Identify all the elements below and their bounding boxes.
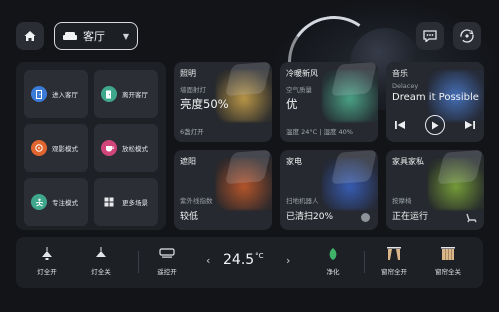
card-title: 遮阳 [180,157,196,166]
music-controls [394,114,476,136]
card-subtitle: 墙面射灯 [180,86,206,94]
ceiling-lamp-icon [42,247,52,260]
play-icon [432,121,439,129]
message-button[interactable] [416,22,444,50]
button-label: 灯全关 [91,268,111,276]
scene-label: 专注模式 [52,199,78,207]
refresh-icon [460,29,474,43]
next-icon[interactable] [464,120,476,130]
curtain-closed-icon [441,247,455,260]
air-card[interactable]: 冷暖新风 空气质量 优 温度 24°C | 湿度 40% [280,62,378,142]
card-footer: 温度 24°C | 湿度 40% [286,128,353,136]
furniture-card[interactable]: 家具家私 按摩椅 正在运行 [386,150,484,230]
appliance-card[interactable]: 家电 扫地机器人 已清扫20% [280,150,378,230]
scene-label: 离开客厅 [122,91,148,99]
chat-icon [423,30,437,42]
sync-button[interactable] [453,22,481,50]
ceiling-lamp-icon [96,247,106,257]
button-label: 窗帘全关 [435,268,461,276]
robot-status-icon [361,213,370,222]
temperature-value: 24.5 [223,252,255,268]
grid-icon [101,194,117,210]
air-conditioner-icon [159,248,175,258]
curtain-close-button[interactable]: 窗帘全关 [425,246,471,276]
card-value: 较低 [180,212,199,222]
card-value: 优 [286,97,298,111]
card-title: 音乐 [392,69,408,78]
card-title: 冷暖新风 [286,69,318,78]
top-bar: 客厅 ▼ [16,22,483,52]
curtain-open-button[interactable]: 窗帘全开 [371,246,417,276]
scene-button[interactable]: 放松模式 [94,124,158,172]
temperature-display: 24.5°C [223,252,264,268]
light-all-off-button[interactable]: 灯全关 [78,246,124,276]
scene-button[interactable]: 观影模式 [24,124,88,172]
card-value: 亮度50% [180,97,229,111]
divider [364,251,365,273]
room-label: 客厅 [83,30,105,43]
button-label: 遥控开 [157,268,177,276]
temperature-decrease-button[interactable]: ‹ [206,254,210,267]
shade-card[interactable]: 遮阳 紫外线指数 较低 [174,150,272,230]
home-icon [24,31,36,41]
light-all-on-button[interactable]: 灯全开 [24,246,70,276]
card-subtitle: 按摩椅 [392,197,412,205]
door-icon [31,86,47,102]
scene-grid: 进入客厅 离开客厅观影模式 放松模式专注模式 更多场景 [22,68,160,226]
button-label: 净化 [326,268,340,276]
chevron-down-icon: ▼ [122,31,129,41]
card-subtitle: 空气质量 [286,86,312,94]
leaf-icon [329,248,337,260]
scene-button[interactable]: 进入客厅 [24,70,88,118]
previous-icon[interactable] [394,120,406,130]
scene-label: 进入客厅 [52,91,78,99]
film-icon [31,140,47,156]
card-title: 家电 [286,157,302,166]
scene-button[interactable]: 更多场景 [94,178,158,226]
lighting-card[interactable]: 照明 墙面射灯 亮度50% 6盏灯开 [174,62,272,142]
temperature-unit: °C [255,252,264,260]
scene-panel: 进入客厅 离开客厅观影模式 放松模式专注模式 更多场景 [16,62,166,230]
meditate-icon [31,194,47,210]
divider [138,251,139,273]
button-label: 灯全开 [37,268,57,276]
door-exit-icon [101,86,117,102]
scene-label: 观影模式 [52,145,78,153]
scene-button[interactable]: 专注模式 [24,178,88,226]
artist-name: Delacey [392,82,419,90]
play-button[interactable] [425,115,445,135]
massage-chair-icon [466,213,477,223]
remote-on-button[interactable]: 遥控开 [144,246,190,276]
card-subtitle: 扫地机器人 [286,197,319,205]
temperature-increase-button[interactable]: › [286,254,290,267]
card-subtitle: 紫外线指数 [180,197,213,205]
home-button[interactable] [16,22,44,50]
scene-label: 更多场景 [122,199,148,207]
room-selector[interactable]: 客厅 ▼ [54,22,138,50]
curtain-open-icon [387,247,401,260]
button-label: 窗帘全开 [381,268,407,276]
scene-label: 放松模式 [122,145,148,153]
scene-button[interactable]: 离开客厅 [94,70,158,118]
card-title: 照明 [180,69,196,78]
purify-button[interactable]: 净化 [310,246,356,276]
card-value: 已清扫20% [286,212,334,222]
teacup-icon [101,140,117,156]
music-card[interactable]: 音乐 Delacey Dream it Possible [386,62,484,142]
sofa-icon [63,32,77,40]
card-title: 家具家私 [392,157,424,166]
card-footer: 6盏灯开 [180,128,204,136]
bottom-control-bar: 灯全开 灯全关 遥控开 ‹ 24.5°C › 净化 窗帘全开 窗帘全关 [16,237,483,288]
song-title: Dream it Possible [392,92,479,103]
